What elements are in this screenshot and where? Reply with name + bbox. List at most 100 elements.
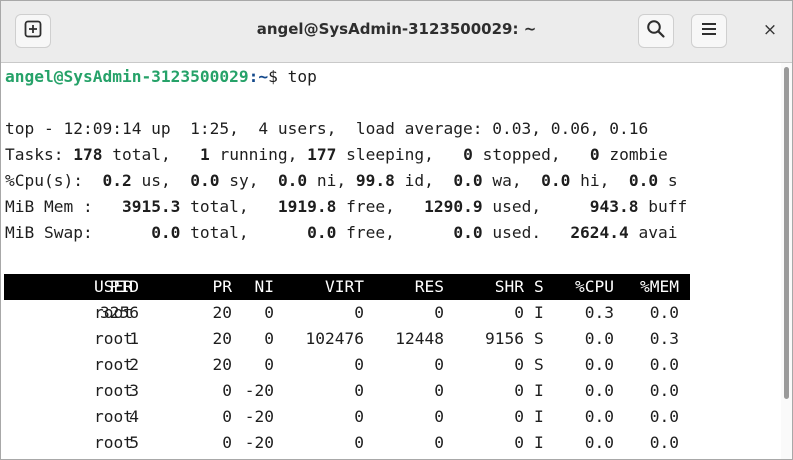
cell-ni: -20: [244, 433, 274, 452]
cell-virt: 0: [354, 303, 364, 322]
tasks-running-label: running,: [209, 145, 308, 164]
tasks-label: Tasks:: [5, 145, 74, 164]
mem-total-label: total,: [180, 197, 278, 216]
col-header-virt: VIRT: [325, 277, 364, 296]
cell-mem: 0.0: [649, 381, 679, 400]
cell-pr: 0: [222, 381, 232, 400]
tasks-zombie: 0: [589, 145, 600, 164]
col-header-ni: NI: [254, 277, 275, 296]
cell-virt: 0: [354, 433, 364, 452]
cell-cpu: 0.0: [584, 407, 614, 426]
cell-pr: 20: [212, 329, 233, 348]
cell-s: I: [534, 433, 544, 452]
cpu-hi-label: hi,: [570, 171, 629, 190]
col-header-res: RES: [414, 277, 444, 296]
main-menu-button[interactable]: [691, 14, 727, 48]
cpu-label: %Cpu(s):: [5, 171, 103, 190]
swap-used-label: used.: [482, 223, 571, 242]
cell-cpu: 0.0: [584, 355, 614, 374]
new-tab-icon: [24, 20, 42, 42]
cell-pr: 0: [222, 433, 232, 452]
cell-virt: 0: [354, 381, 364, 400]
cell-res: 12448: [395, 329, 444, 348]
close-button[interactable]: ×: [758, 18, 782, 42]
tasks-total: 178: [73, 145, 103, 164]
cpu-wa-label: wa,: [482, 171, 542, 190]
cell-mem: 0.0: [649, 355, 679, 374]
cell-user: root: [94, 381, 133, 400]
cpu-si: 0.0: [628, 171, 659, 190]
cell-shr: 9156: [485, 329, 524, 348]
swap-free: 0.0: [307, 223, 337, 242]
cell-mem: 0.0: [649, 433, 679, 452]
swap-total: 0.0: [151, 223, 181, 242]
col-header-mem: %MEM: [640, 277, 679, 296]
cpu-si-label: s: [658, 171, 678, 190]
cell-user: root: [94, 433, 133, 452]
process-table-header: PID USER PR NI VIRT RES SHR S %CPU %MEM: [4, 274, 690, 300]
search-button[interactable]: [638, 14, 674, 48]
cell-shr: 0: [514, 381, 524, 400]
title-bar: angel@SysAdmin-3123500029: ~ ×: [1, 1, 792, 63]
mem-label: MiB Mem :: [5, 197, 122, 216]
cell-virt: 0: [354, 355, 364, 374]
cell-s: S: [534, 329, 544, 348]
mem-free: 1919.8: [277, 197, 337, 216]
prompt-command: top: [287, 67, 317, 86]
cell-res: 0: [434, 355, 444, 374]
swap-used: 0.0: [453, 223, 483, 242]
mem-buff: 943.8: [589, 197, 639, 216]
cell-virt: 102476: [305, 329, 364, 348]
tasks-sleeping-label: sleeping,: [336, 145, 464, 164]
swap-avail-label: avai: [628, 223, 678, 242]
prompt-user-host: angel@SysAdmin-3123500029: [5, 67, 249, 86]
cell-user: root: [94, 407, 133, 426]
cell-shr: 0: [514, 355, 524, 374]
mem-free-label: free,: [336, 197, 425, 216]
cell-ni: -20: [244, 381, 274, 400]
mem-buff-label: buff: [638, 197, 688, 216]
cpu-id-label: id,: [394, 171, 454, 190]
cell-mem: 0.3: [649, 329, 679, 348]
scrollbar-thumb[interactable]: [784, 67, 789, 399]
cell-res: 0: [434, 381, 444, 400]
cell-cpu: 0.0: [584, 381, 614, 400]
swap-avail: 2624.4: [570, 223, 629, 242]
scrollbar[interactable]: [781, 63, 792, 459]
new-tab-button[interactable]: [15, 14, 51, 48]
tasks-line: Tasks: 178 total, 1 running, 177 sleepin…: [5, 142, 668, 168]
cell-cpu: 0.0: [584, 433, 614, 452]
swap-label: MiB Swap:: [5, 223, 152, 242]
cell-pr: 20: [212, 303, 233, 322]
mem-line: MiB Mem : 3915.3 total, 1919.8 free, 129…: [5, 194, 687, 220]
cell-res: 0: [434, 407, 444, 426]
cpu-us: 0.2: [102, 171, 132, 190]
cell-ni: 0: [264, 329, 274, 348]
cell-user: root: [94, 329, 133, 348]
terminal-output[interactable]: angel@SysAdmin-3123500029:~$ top top - 1…: [1, 63, 781, 459]
terminal-window: angel@SysAdmin-3123500029: ~ × angel@Sys…: [0, 0, 793, 460]
swap-total-label: total,: [180, 223, 308, 242]
cell-virt: 0: [354, 407, 364, 426]
cpu-wa: 0.0: [453, 171, 483, 190]
swap-free-label: free,: [336, 223, 454, 242]
cell-ni: 0: [264, 355, 274, 374]
cell-shr: 0: [514, 433, 524, 452]
col-header-shr: SHR: [494, 277, 524, 296]
cell-s: S: [534, 355, 544, 374]
tasks-running: 1: [199, 145, 210, 164]
close-icon: ×: [762, 20, 778, 40]
col-header-cpu: %CPU: [575, 277, 614, 296]
cpu-sy: 0.0: [190, 171, 220, 190]
tasks-stopped: 0: [463, 145, 473, 164]
tasks-stopped-label: stopped,: [472, 145, 590, 164]
cpu-us-label: us,: [131, 171, 191, 190]
cell-pr: 20: [212, 355, 233, 374]
prompt-path: :~: [248, 67, 269, 86]
cell-ni: -20: [244, 407, 274, 426]
cell-user: root: [94, 355, 133, 374]
cell-s: I: [534, 407, 544, 426]
tasks-total-label: total,: [102, 145, 200, 164]
cell-cpu: 0.3: [584, 303, 614, 322]
cell-s: I: [534, 303, 544, 322]
